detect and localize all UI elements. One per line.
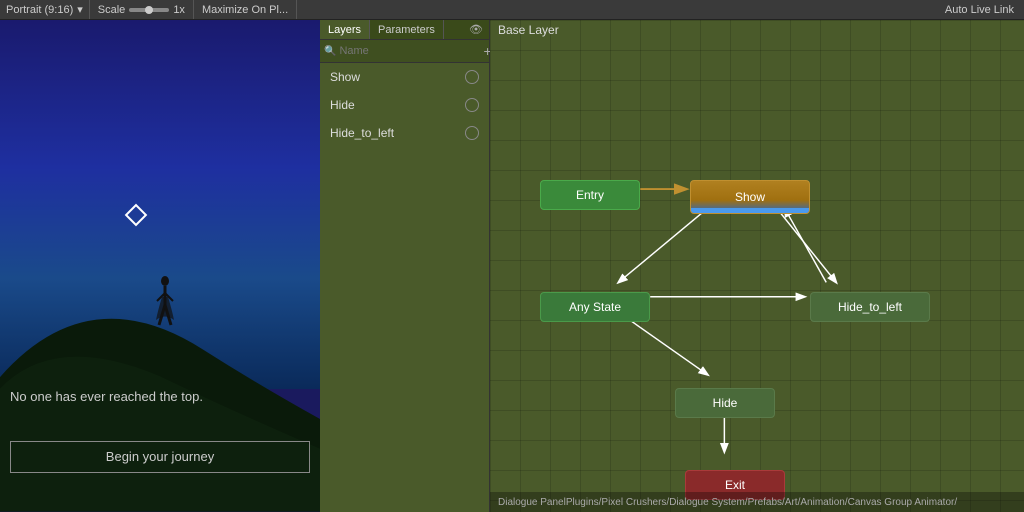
- eye-icon[interactable]: 👁: [463, 20, 489, 39]
- layer-radio-show[interactable]: [465, 70, 479, 84]
- node-show[interactable]: Show: [690, 180, 810, 214]
- node-any-state[interactable]: Any State: [540, 292, 650, 322]
- layers-tabs: Layers Parameters 👁: [320, 20, 489, 40]
- layer-item-hide-to-left[interactable]: Hide_to_left: [320, 119, 489, 147]
- main-content: No one has ever reached the top. Begin y…: [0, 20, 1024, 512]
- portrait-arrow-icon: ▾: [77, 3, 83, 16]
- node-hide[interactable]: Hide: [675, 388, 775, 418]
- game-preview-panel: No one has ever reached the top. Begin y…: [0, 20, 320, 512]
- portrait-selector[interactable]: Portrait (9:16) ▾: [0, 0, 90, 19]
- scale-control: Scale 1x: [90, 0, 194, 19]
- state-machine-title: Base Layer: [498, 23, 559, 37]
- state-machine-footer: Dialogue PanelPlugins/Pixel Crushers/Dia…: [490, 492, 1024, 512]
- layers-search-bar: 🔍 +: [320, 40, 489, 63]
- node-entry[interactable]: Entry: [540, 180, 640, 210]
- tab-layers[interactable]: Layers: [320, 20, 370, 39]
- maximize-button[interactable]: Maximize On Pl...: [194, 0, 297, 19]
- layers-panel: Layers Parameters 👁 🔍 + Show Hide Hide_t…: [320, 20, 490, 512]
- state-machine-header: Base Layer: [490, 20, 1024, 40]
- layer-item-show[interactable]: Show: [320, 63, 489, 91]
- search-input[interactable]: [339, 45, 481, 57]
- character-figure: [154, 275, 174, 325]
- state-machine-arrows: [490, 40, 1024, 492]
- scale-label: Scale: [98, 4, 126, 16]
- layer-item-hide[interactable]: Hide: [320, 91, 489, 119]
- state-machine-panel: Base Layer: [490, 20, 1024, 512]
- tab-parameters[interactable]: Parameters: [370, 20, 444, 39]
- game-subtitle: No one has ever reached the top.: [10, 389, 310, 404]
- top-bar: Portrait (9:16) ▾ Scale 1x Maximize On P…: [0, 0, 1024, 20]
- portrait-label: Portrait (9:16): [6, 4, 73, 16]
- footer-path: Dialogue PanelPlugins/Pixel Crushers/Dia…: [498, 497, 957, 508]
- layer-radio-hide-to-left[interactable]: [465, 126, 479, 140]
- search-icon: 🔍: [324, 46, 336, 57]
- scale-slider[interactable]: [129, 8, 169, 12]
- scale-value: 1x: [173, 4, 185, 16]
- begin-journey-button[interactable]: Begin your journey: [10, 441, 310, 473]
- auto-live-link: Auto Live Link: [935, 4, 1024, 16]
- state-machine-canvas[interactable]: Entry Show Any State Hide_to_left Hide E…: [490, 40, 1024, 492]
- node-hide-to-left[interactable]: Hide_to_left: [810, 292, 930, 322]
- layer-radio-hide[interactable]: [465, 98, 479, 112]
